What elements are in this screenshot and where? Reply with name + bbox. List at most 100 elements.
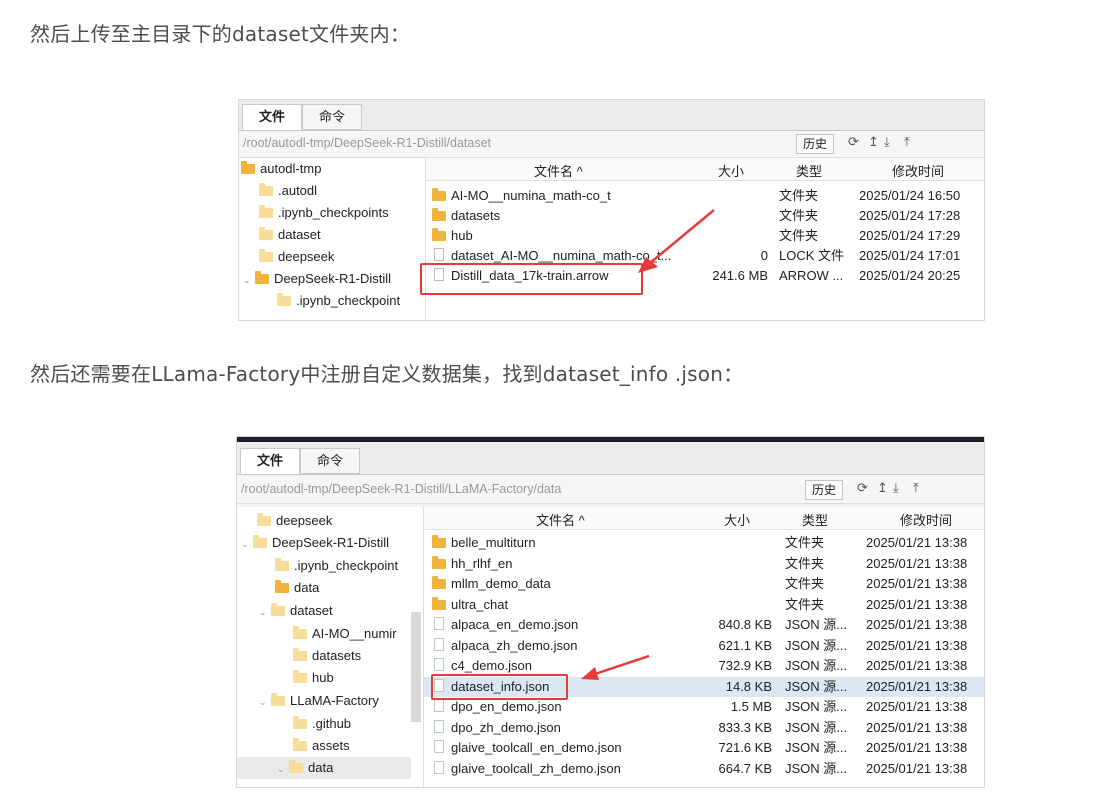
tree-item-ai-mo[interactable]: AI-MO__numir — [293, 623, 397, 645]
upload-icon[interactable]: ⤒ — [913, 480, 919, 496]
file-icon — [434, 740, 444, 753]
folder-icon — [432, 188, 446, 201]
tree-item-dataset[interactable]: ⌄ dataset — [259, 600, 333, 622]
folder-tree: autodl-tmp .autodl .ipynb_checkpoints da… — [239, 158, 426, 320]
file-list: 文件名 ^ 大小 类型 修改时间 belle_multiturn 文件夹 202… — [424, 507, 984, 787]
folder-icon — [293, 626, 307, 639]
history-button[interactable]: 历史 — [805, 480, 844, 500]
tree-item-data[interactable]: data — [275, 577, 319, 599]
upload-icon[interactable]: ⤒ — [904, 134, 910, 150]
file-row[interactable]: glaive_toolcall_en_demo.json 721.6 KB JS… — [424, 738, 984, 758]
folder-icon — [432, 535, 446, 548]
folder-icon — [241, 161, 255, 174]
download-icon[interactable]: ⤓ — [884, 134, 890, 150]
history-button[interactable]: 历史 — [796, 134, 835, 154]
file-row[interactable]: belle_multiturn 文件夹 2025/01/21 13:38 — [424, 533, 984, 553]
tree-item-dataset[interactable]: dataset — [259, 224, 321, 246]
folder-icon — [253, 535, 267, 548]
column-type[interactable]: 类型 — [802, 510, 828, 529]
column-mtime[interactable]: 修改时间 — [892, 161, 944, 180]
column-size[interactable]: 大小 — [718, 161, 744, 180]
folder-icon — [271, 693, 285, 706]
tree-item-autodl[interactable]: .autodl — [259, 180, 317, 202]
tree-item-deepseek-r1-distill[interactable]: ⌄ DeepSeek-R1-Distill — [241, 532, 389, 554]
file-row[interactable]: AI-MO__numina_math-co_t 文件夹 2025/01/24 1… — [426, 186, 984, 206]
folder-icon — [432, 576, 446, 589]
chevron-down-icon[interactable]: ⌄ — [243, 269, 255, 291]
refresh-icon[interactable]: ⟳ — [857, 480, 868, 496]
folder-icon — [259, 183, 273, 196]
folder-tree: deepseek ⌄ DeepSeek-R1-Distill .ipynb_che… — [237, 507, 424, 787]
column-name[interactable]: 文件名 ^ — [534, 161, 583, 180]
tab-files[interactable]: 文件 — [240, 448, 300, 474]
download-icon[interactable]: ⤓ — [893, 480, 899, 496]
chevron-down-icon[interactable]: ⌄ — [259, 691, 271, 713]
refresh-icon[interactable]: ⟳ — [848, 134, 859, 150]
file-row[interactable]: ultra_chat 文件夹 2025/01/21 13:38 — [424, 595, 984, 615]
instruction-paragraph-2: 然后还需要在LLama-Factory中注册自定义数据集，找到dataset_i… — [30, 362, 744, 386]
file-row[interactable]: dpo_zh_demo.json 833.3 KB JSON 源... 2025… — [424, 718, 984, 738]
folder-icon — [271, 603, 285, 616]
folder-icon — [259, 227, 273, 240]
tree-item-data-selected[interactable]: ⌄ data — [237, 757, 411, 779]
tab-bar: 文件 命令 — [237, 442, 984, 475]
tree-item-autodl-tmp[interactable]: autodl-tmp — [241, 158, 321, 180]
path-input[interactable]: /root/autodl-tmp/DeepSeek-R1-Distill/LLa… — [241, 482, 561, 496]
file-row[interactable]: mllm_demo_data 文件夹 2025/01/21 13:38 — [424, 574, 984, 594]
tree-item-datasets[interactable]: datasets — [293, 645, 361, 667]
folder-icon — [275, 558, 289, 571]
file-manager-window-2: 文件 命令 /root/autodl-tmp/DeepSeek-R1-Disti… — [236, 436, 985, 788]
tab-bar: 文件 命令 — [239, 100, 984, 131]
file-row[interactable]: dpo_en_demo.json 1.5 MB JSON 源... 2025/0… — [424, 697, 984, 717]
file-row[interactable]: alpaca_en_demo.json 840.8 KB JSON 源... 2… — [424, 615, 984, 635]
file-list-header: 文件名 ^ 大小 类型 修改时间 — [424, 507, 984, 530]
path-bar: /root/autodl-tmp/DeepSeek-R1-Distill/dat… — [239, 131, 984, 158]
folder-icon — [432, 208, 446, 221]
folder-icon — [277, 293, 291, 306]
tree-scrollbar[interactable] — [411, 612, 421, 722]
path-bar: /root/autodl-tmp/DeepSeek-R1-Distill/LLa… — [237, 477, 984, 504]
tree-item-llama-factory[interactable]: ⌄ LLaMA-Factory — [259, 690, 379, 712]
folder-icon — [293, 648, 307, 661]
tree-item-github[interactable]: .github — [293, 713, 351, 735]
tree-item-ipynb-checkpoint[interactable]: .ipynb_checkpoint — [275, 555, 398, 577]
highlight-box — [420, 263, 643, 295]
file-icon — [434, 699, 444, 712]
path-input[interactable]: /root/autodl-tmp/DeepSeek-R1-Distill/dat… — [243, 136, 491, 150]
column-size[interactable]: 大小 — [724, 510, 750, 529]
arrow-annotation — [638, 209, 715, 273]
up-icon[interactable]: ↥ — [877, 480, 888, 496]
tab-commands[interactable]: 命令 — [300, 448, 360, 474]
chevron-down-icon[interactable]: ⌄ — [259, 601, 271, 623]
chevron-down-icon[interactable]: ⌄ — [241, 533, 253, 555]
file-icon — [434, 617, 444, 630]
chevron-down-icon[interactable]: ⌄ — [277, 758, 289, 780]
highlight-box — [431, 674, 568, 700]
file-row[interactable]: c4_demo.json 732.9 KB JSON 源... 2025/01/… — [424, 656, 984, 676]
folder-icon — [275, 580, 289, 593]
up-icon[interactable]: ↥ — [868, 134, 879, 150]
file-icon — [434, 719, 444, 733]
file-list-header: 文件名 ^ 大小 类型 修改时间 — [426, 158, 984, 181]
tab-files[interactable]: 文件 — [242, 104, 302, 130]
column-type[interactable]: 类型 — [796, 161, 822, 180]
tree-item-deepseek[interactable]: deepseek — [259, 246, 334, 268]
file-row[interactable]: glaive_toolcall_zh_demo.json 664.7 KB JS… — [424, 759, 984, 779]
tab-commands[interactable]: 命令 — [302, 104, 362, 130]
folder-icon — [432, 596, 446, 610]
file-row[interactable]: alpaca_zh_demo.json 621.1 KB JSON 源... 2… — [424, 636, 984, 656]
column-mtime[interactable]: 修改时间 — [900, 510, 952, 529]
tree-item-assets[interactable]: assets — [293, 735, 350, 757]
tree-item-deepseek-r1-distill[interactable]: ⌄ DeepSeek-R1-Distill — [243, 268, 391, 290]
folder-icon — [293, 716, 307, 729]
arrow-annotation — [581, 654, 650, 680]
tree-item-ipynb-checkpoints[interactable]: .ipynb_checkpoints — [259, 202, 389, 224]
file-row[interactable]: hh_rlhf_en 文件夹 2025/01/21 13:38 — [424, 554, 984, 574]
folder-icon — [257, 513, 271, 526]
tree-item-hub[interactable]: hub — [293, 667, 334, 689]
file-icon — [434, 637, 444, 651]
tree-item-ipynb-checkpoint[interactable]: .ipynb_checkpoint — [277, 290, 400, 312]
column-name[interactable]: 文件名 ^ — [536, 510, 585, 529]
tree-item-deepseek[interactable]: deepseek — [257, 510, 332, 532]
instruction-paragraph-1: 然后上传至主目录下的dataset文件夹内： — [30, 22, 411, 46]
